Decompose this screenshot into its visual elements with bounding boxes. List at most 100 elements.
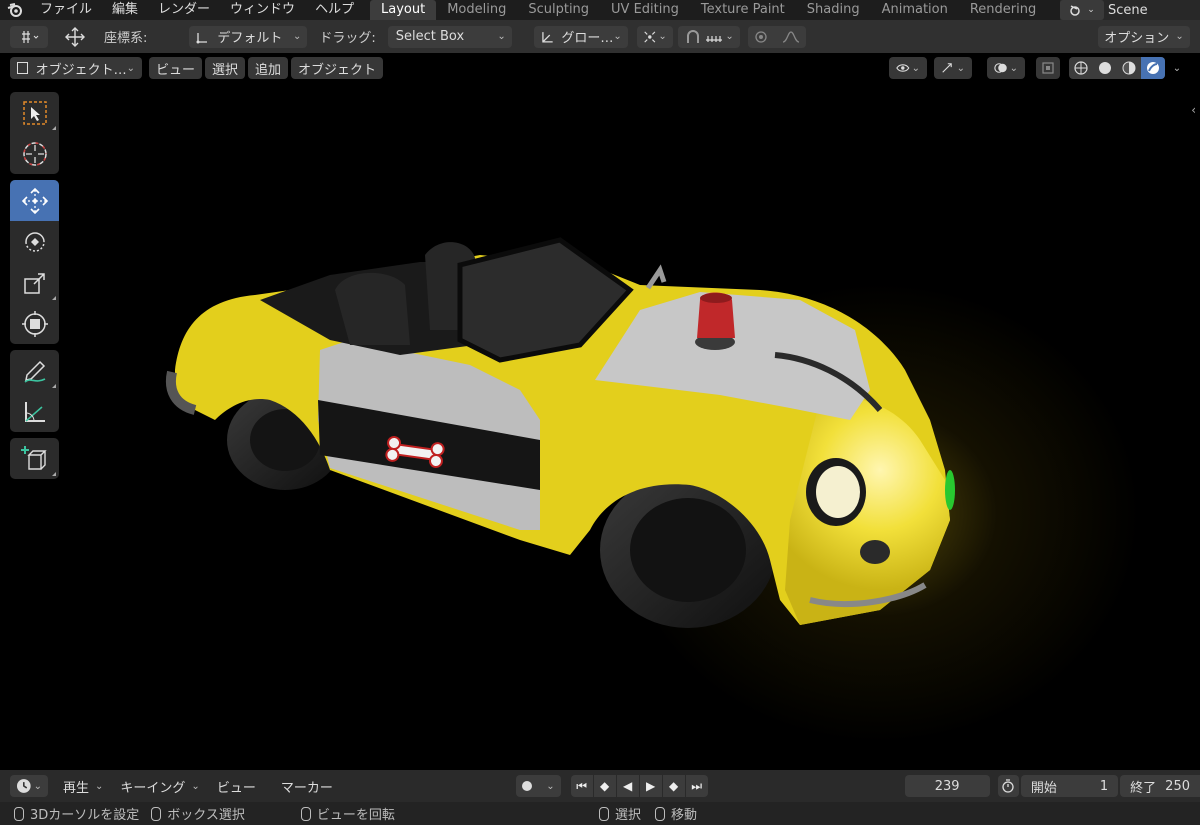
- snap-increment-icon[interactable]: [704, 30, 724, 44]
- drag-dropdown[interactable]: Select Box ⌄: [387, 25, 512, 48]
- end-frame-field[interactable]: 終了 250: [1120, 775, 1200, 797]
- magnet-icon[interactable]: [684, 29, 702, 45]
- annotate-tool[interactable]: [10, 350, 59, 391]
- snap-group[interactable]: ⌄: [677, 25, 740, 48]
- move-icon: [21, 187, 48, 214]
- tool-group-annotate: [10, 350, 59, 432]
- play-icon[interactable]: ▶: [639, 775, 662, 797]
- select-box-tool[interactable]: [10, 92, 59, 133]
- stopwatch-icon[interactable]: [997, 775, 1019, 797]
- object-mode-icon: [17, 62, 28, 74]
- pivot-point-button[interactable]: ⌄: [636, 25, 673, 48]
- status-hint-select: 選択: [598, 804, 641, 823]
- playback-controls: ⏮ ◆ ◀ ▶ ◆ ⏭: [570, 775, 709, 797]
- pivot-point-icon: [644, 31, 656, 42]
- tool-group-add: [10, 438, 59, 479]
- mode-dropdown[interactable]: オブジェクト… ⌄: [10, 57, 142, 79]
- auto-keying-group[interactable]: ⌄: [515, 775, 561, 797]
- tab-animation[interactable]: Animation: [871, 0, 959, 20]
- proportional-edit-group[interactable]: [747, 25, 806, 48]
- measure-ruler-icon: [24, 401, 45, 422]
- drag-value: Select Box: [395, 29, 465, 44]
- prev-keyframe-icon[interactable]: ◆: [593, 775, 616, 797]
- tool-shelf: [10, 92, 59, 485]
- add-menu[interactable]: 追加: [248, 57, 289, 79]
- drag-label: ドラッグ:: [319, 31, 376, 46]
- cursor-tool[interactable]: [10, 133, 59, 174]
- orientation-label: 座標系:: [104, 31, 148, 46]
- shading-options-dropdown[interactable]: ⌄: [1167, 57, 1187, 79]
- tab-layout[interactable]: Layout: [370, 0, 437, 20]
- start-frame-field[interactable]: 開始 1: [1020, 775, 1119, 797]
- menu-render[interactable]: レンダー: [148, 0, 220, 20]
- playback-menu[interactable]: 再生 ⌄: [56, 775, 110, 797]
- tab-texture-paint[interactable]: Texture Paint: [690, 0, 796, 20]
- overlays-dropdown[interactable]: ⌄: [987, 57, 1025, 79]
- rendered-shading-icon[interactable]: [1141, 57, 1165, 79]
- chevron-down-icon: ⌄: [191, 780, 200, 792]
- editor-type-dropdown[interactable]: ⌄: [10, 775, 48, 797]
- menu-file[interactable]: ファイル: [30, 0, 102, 20]
- select-menu[interactable]: 選択: [205, 57, 246, 79]
- xray-icon: [1042, 62, 1054, 74]
- pivot-value: グロー…: [561, 31, 614, 46]
- workspace-tabs: Layout Modeling Sculpting UV Editing Tex…: [370, 0, 1047, 20]
- solid-shading-icon[interactable]: [1093, 57, 1117, 79]
- tab-sculpting[interactable]: Sculpting: [517, 0, 600, 20]
- add-cube-tool[interactable]: [10, 438, 59, 479]
- scene-name[interactable]: Scene: [1104, 3, 1148, 18]
- keying-menu[interactable]: キーイング ⌄: [113, 775, 206, 797]
- pivot-dropdown[interactable]: グロー… ⌄: [533, 25, 628, 48]
- rotate-tool[interactable]: [10, 221, 59, 262]
- tab-uv-editing[interactable]: UV Editing: [600, 0, 690, 20]
- timeline-header: ⌄ 再生 ⌄ キーイング ⌄ ビュー マーカー ⌄ ⏮ ◆ ◀ ▶ ◆ ⏭ 23…: [0, 770, 1200, 802]
- tab-shading[interactable]: Shading: [796, 0, 871, 20]
- tab-rendering[interactable]: Rendering: [959, 0, 1047, 20]
- status-box-select-text: ボックス選択: [167, 808, 245, 823]
- status-bar: 3Dカーソルを設定 ボックス選択 ビューを回転 選択 移動: [0, 802, 1200, 825]
- status-hint-move: 移動: [654, 804, 697, 823]
- proportional-editing-icon[interactable]: [754, 30, 768, 44]
- timeline-view-menu[interactable]: ビュー: [210, 775, 263, 797]
- measure-tool[interactable]: [10, 391, 59, 432]
- orientation-dropdown[interactable]: デフォルト ⌄: [189, 25, 308, 48]
- orientation-axes-icon: [196, 32, 208, 43]
- rotate-icon: [24, 231, 45, 252]
- material-shading-icon[interactable]: [1117, 57, 1141, 79]
- blender-logo-icon[interactable]: [0, 0, 30, 20]
- view-menu[interactable]: ビュー: [149, 57, 203, 79]
- playback-label: 再生: [63, 780, 90, 796]
- marker-menu[interactable]: マーカー: [274, 775, 340, 797]
- menu-help[interactable]: ヘルプ: [305, 0, 364, 20]
- play-reverse-icon[interactable]: ◀: [616, 775, 639, 797]
- menu-window[interactable]: ウィンドウ: [220, 0, 305, 20]
- scene-icon[interactable]: ⌄: [1060, 0, 1104, 20]
- transform-orientation-icon-button[interactable]: [10, 25, 48, 48]
- options-dropdown[interactable]: オプション ⌄: [1098, 25, 1190, 48]
- jump-start-icon[interactable]: ⏮: [570, 775, 593, 797]
- scene-selector[interactable]: ⌄ Scene: [1060, 0, 1200, 20]
- sidebar-toggle-icon[interactable]: ‹: [1191, 103, 1196, 117]
- mode-value: オブジェクト…: [35, 62, 127, 78]
- object-menu[interactable]: オブジェクト: [291, 57, 384, 79]
- status-select-text: 選択: [614, 808, 641, 823]
- jump-end-icon[interactable]: ⏭: [685, 775, 708, 797]
- scale-tool[interactable]: [10, 262, 59, 303]
- tool-group-transform: [10, 180, 59, 344]
- gizmo-dropdown[interactable]: ⌄: [934, 57, 972, 79]
- record-icon[interactable]: [521, 781, 532, 791]
- move-tool[interactable]: [10, 180, 59, 221]
- xray-toggle[interactable]: [1036, 57, 1060, 79]
- wireframe-shading-icon[interactable]: [1069, 57, 1093, 79]
- tab-modeling[interactable]: Modeling: [436, 0, 517, 20]
- menu-edit[interactable]: 編集: [102, 0, 148, 20]
- falloff-curve-icon[interactable]: [782, 30, 800, 44]
- move-gizmo-icon[interactable]: [62, 26, 88, 48]
- viewport-header: オブジェクト… ⌄ ビュー 選択 追加 オブジェクト ⌄ ⌄ ⌄ ⌄: [0, 53, 1200, 83]
- visibility-dropdown[interactable]: ⌄: [889, 57, 927, 79]
- mouse-middle-icon: [300, 806, 311, 821]
- current-frame-field[interactable]: 239: [904, 775, 990, 797]
- 3d-viewport[interactable]: オブジェクト… ⌄ ビュー 選択 追加 オブジェクト ⌄ ⌄ ⌄ ⌄ ‹: [0, 53, 1200, 770]
- next-keyframe-icon[interactable]: ◆: [662, 775, 685, 797]
- transform-tool[interactable]: [10, 303, 59, 344]
